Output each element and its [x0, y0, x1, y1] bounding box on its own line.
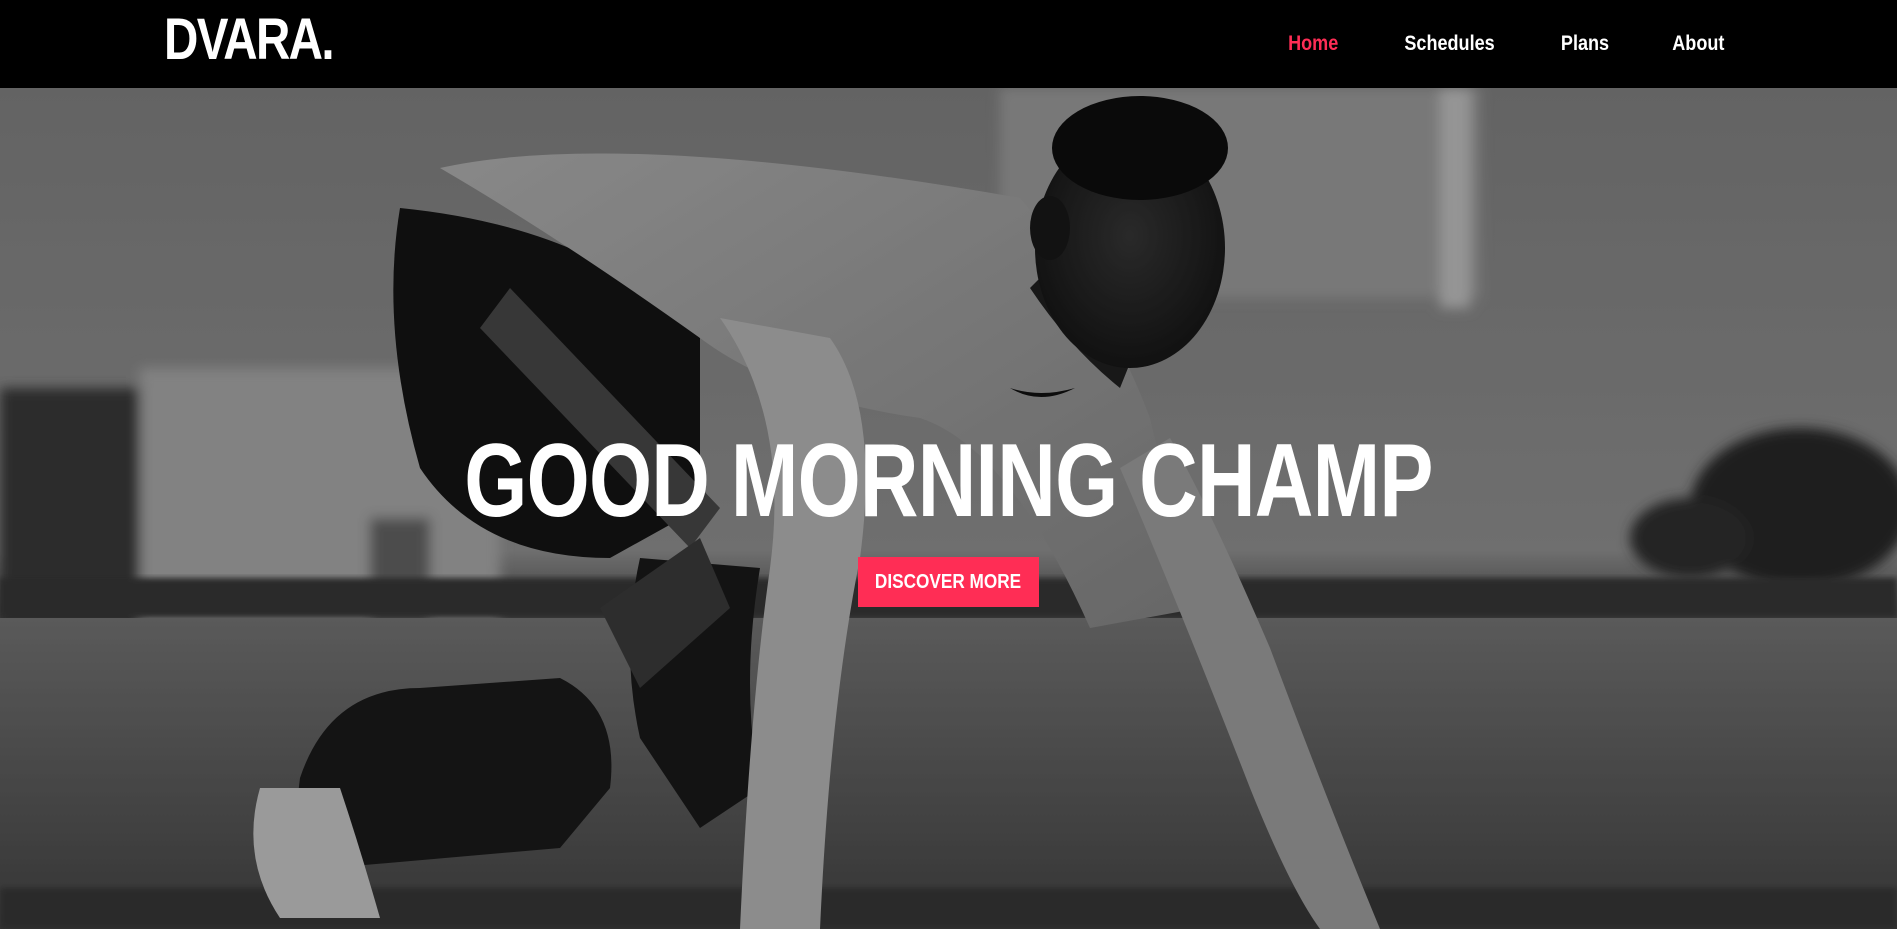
nav-item-home[interactable]: Home: [1288, 32, 1338, 56]
navbar: DVARA. Home Schedules Plans About: [0, 0, 1897, 88]
nav-item-schedules[interactable]: Schedules: [1405, 32, 1495, 56]
page: DVARA. Home Schedules Plans About GOOD M…: [0, 0, 1897, 929]
brand-logo[interactable]: DVARA.: [164, 6, 335, 74]
main-nav: Home Schedules Plans About: [1229, 0, 1729, 88]
hero-section: GOOD MORNING CHAMP DISCOVER MORE: [0, 88, 1897, 929]
discover-more-button[interactable]: DISCOVER MORE: [858, 557, 1039, 607]
hero-title: GOOD MORNING CHAMP: [464, 423, 1433, 539]
nav-item-plans[interactable]: Plans: [1561, 32, 1609, 56]
discover-more-label: DISCOVER MORE: [875, 570, 1022, 593]
nav-item-about[interactable]: About: [1673, 32, 1725, 56]
